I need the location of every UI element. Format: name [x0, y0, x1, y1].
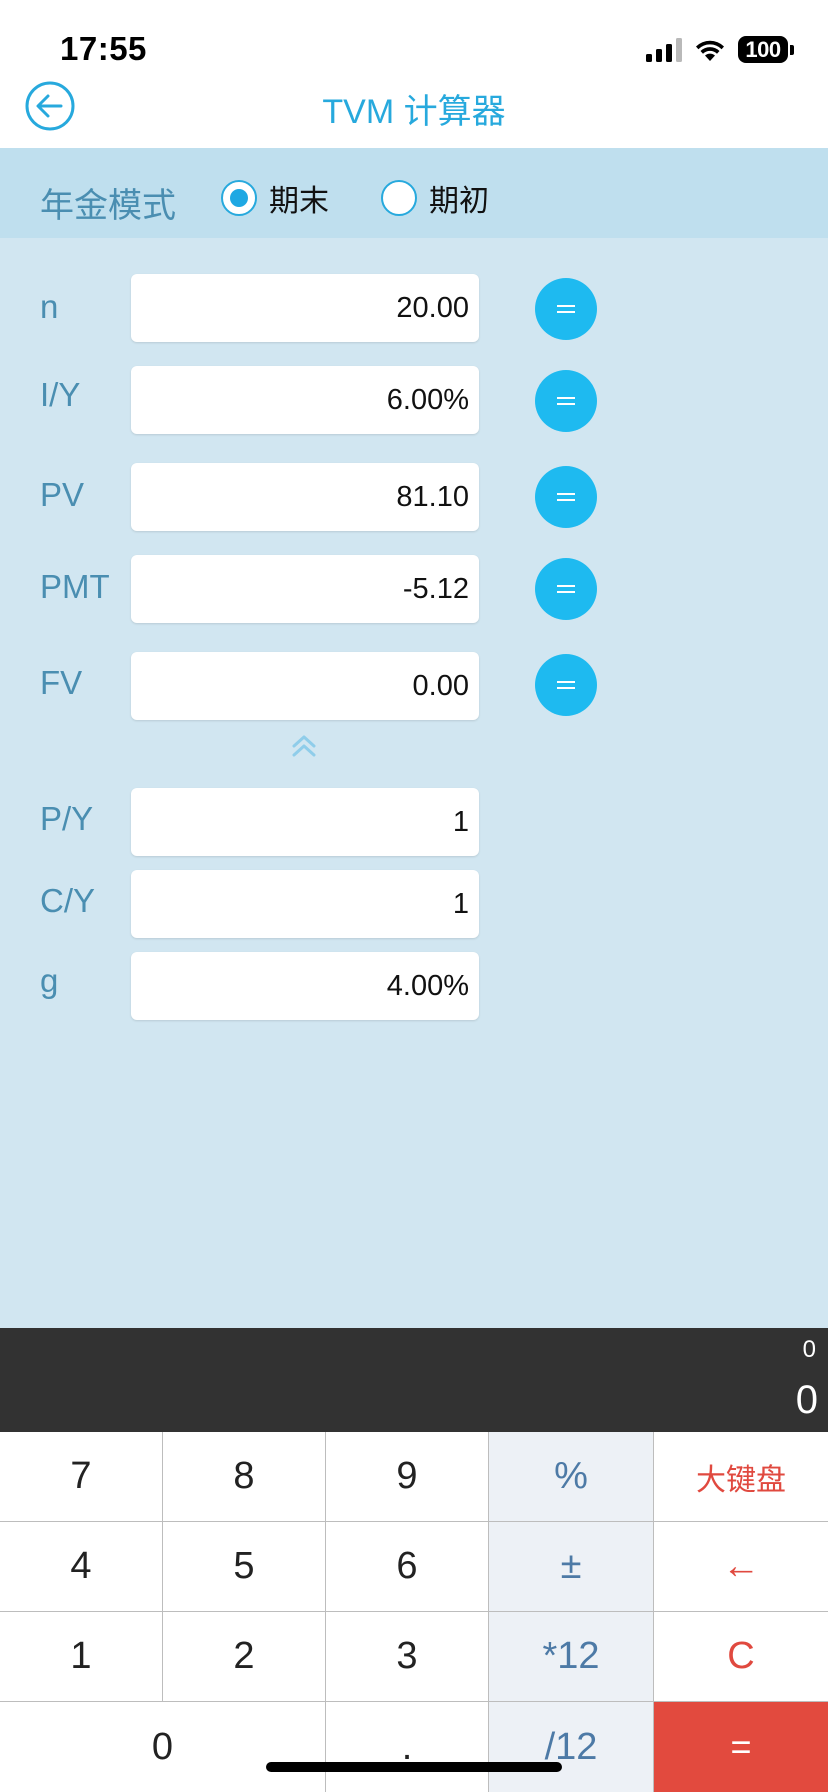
status-icons: 100	[646, 36, 794, 63]
key-backspace[interactable]: ←	[654, 1522, 828, 1612]
radio-beginning-of-period[interactable]: 期初	[381, 176, 489, 220]
key-3[interactable]: 3	[326, 1612, 489, 1702]
battery-level: 100	[738, 36, 788, 63]
cellular-signal-icon	[646, 37, 682, 62]
key-2[interactable]: 2	[163, 1612, 326, 1702]
field-label-n: n	[40, 288, 59, 325]
field-pmt-input[interactable]: -5.12	[131, 555, 479, 623]
radio-label: 期初	[429, 185, 489, 218]
key-times-12[interactable]: *12	[489, 1612, 654, 1702]
field-iy-input[interactable]: 6.00%	[131, 366, 479, 434]
compute-iy-button[interactable]	[535, 370, 597, 432]
key-clear[interactable]: C	[654, 1612, 828, 1702]
nav-bar: TVM 计算器	[0, 70, 828, 148]
key-7[interactable]: 7	[0, 1432, 163, 1522]
key-5[interactable]: 5	[163, 1522, 326, 1612]
compute-fv-button[interactable]	[535, 654, 597, 716]
key-6[interactable]: 6	[326, 1522, 489, 1612]
key-big-keyboard[interactable]: 大键盘	[654, 1432, 828, 1522]
field-pv-input[interactable]: 81.10	[131, 463, 479, 531]
wifi-icon	[696, 40, 724, 61]
key-8[interactable]: 8	[163, 1432, 326, 1522]
field-cy-input[interactable]: 1	[131, 870, 479, 938]
annuity-mode-bar: 年金模式 期末 期初	[0, 148, 828, 238]
calculator-display: 0 0	[0, 1328, 828, 1432]
field-label-pmt: PMT	[40, 568, 110, 605]
keypad: 7 8 9 % 大键盘 4 5 6 ± ← 1 2 3 *12 C 0 . /1…	[0, 1432, 828, 1792]
display-expression: 0	[802, 1336, 816, 1363]
annuity-mode-label: 年金模式	[40, 187, 176, 225]
field-fv-input[interactable]: 0.00	[131, 652, 479, 720]
key-percent[interactable]: %	[489, 1432, 654, 1522]
display-result: 0	[795, 1378, 818, 1422]
field-label-pv: PV	[40, 476, 85, 513]
field-label-iy: I/Y	[40, 376, 81, 413]
key-9[interactable]: 9	[326, 1432, 489, 1522]
field-label-g: g	[40, 962, 59, 999]
key-decimal[interactable]: .	[326, 1702, 489, 1792]
tvm-fields-panel: n 20.00 I/Y 6.00% PV 81.10 PMT -5.12 FV …	[0, 238, 828, 1328]
field-label-cy: C/Y	[40, 882, 96, 919]
status-time: 17:55	[60, 30, 147, 67]
compute-pmt-button[interactable]	[535, 558, 597, 620]
key-0[interactable]: 0	[0, 1702, 326, 1792]
radio-checked-icon	[221, 180, 257, 216]
key-equals[interactable]: =	[654, 1702, 828, 1792]
key-4[interactable]: 4	[0, 1522, 163, 1612]
field-n-input[interactable]: 20.00	[131, 274, 479, 342]
field-py-input[interactable]: 1	[131, 788, 479, 856]
radio-end-of-period[interactable]: 期末	[221, 176, 329, 220]
battery-icon: 100	[738, 36, 794, 63]
page-title: TVM 计算器	[322, 93, 506, 131]
compute-n-button[interactable]	[535, 278, 597, 340]
field-g-input[interactable]: 4.00%	[131, 952, 479, 1020]
key-divide-12[interactable]: /12	[489, 1702, 654, 1792]
chevron-double-up-icon[interactable]	[290, 732, 318, 760]
field-label-py: P/Y	[40, 800, 94, 837]
radio-label: 期末	[269, 185, 329, 218]
key-plus-minus[interactable]: ±	[489, 1522, 654, 1612]
radio-unchecked-icon	[381, 180, 417, 216]
home-indicator	[266, 1762, 562, 1772]
key-1[interactable]: 1	[0, 1612, 163, 1702]
field-label-fv: FV	[40, 664, 83, 701]
compute-pv-button[interactable]	[535, 466, 597, 528]
